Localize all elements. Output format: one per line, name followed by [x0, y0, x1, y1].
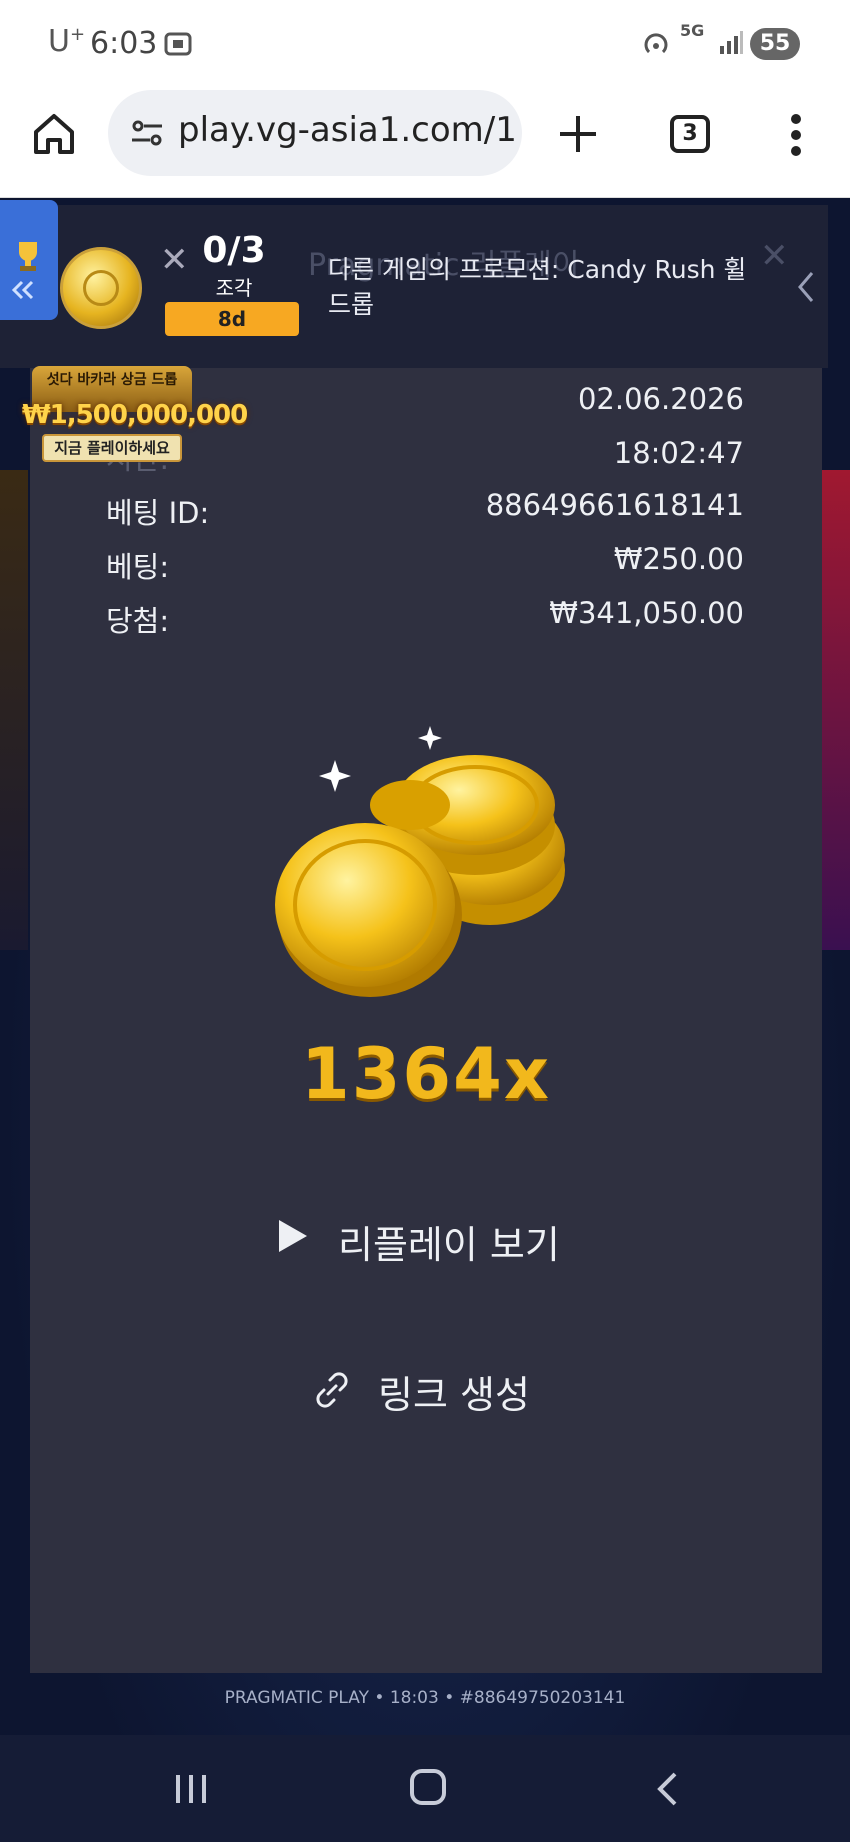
- back-icon[interactable]: [656, 1771, 678, 1807]
- fragment-label: 조각: [215, 276, 253, 300]
- new-tab-plus-icon[interactable]: [558, 114, 598, 154]
- create-link-label: 링크 생성: [378, 1373, 530, 1417]
- jackpot-promo-badge[interactable]: 섯다 바카라 상금 드롭 ₩1,500,000,000 지금 플레이하세요: [22, 366, 248, 466]
- bet-replay-panel: 02.06.2026 시간: 18:02:47 베팅 ID: 886496616…: [30, 368, 822, 1673]
- fragment-coin-icon: [60, 247, 142, 329]
- url-text[interactable]: play.vg-asia1.com/10: [178, 110, 518, 150]
- win-label: 당첨:: [106, 604, 170, 638]
- hotspot-icon: [644, 33, 668, 54]
- watch-replay-label: 리플레이 보기: [338, 1223, 560, 1267]
- carrier-label: U+: [48, 24, 86, 59]
- double-chevron-left-icon: [11, 280, 34, 300]
- jackpot-amount: ₩1,500,000,000: [22, 400, 248, 430]
- android-nav-bar: [0, 1735, 850, 1842]
- chevron-left-icon[interactable]: [796, 270, 816, 304]
- tab-switcher-button[interactable]: 3: [670, 115, 710, 153]
- create-link-button[interactable]: 링크 생성: [312, 1358, 552, 1417]
- bet-id-value: 88649661618141: [485, 488, 744, 522]
- fragment-count: 0/3: [202, 230, 266, 271]
- jackpot-play-now[interactable]: 지금 플레이하세요: [42, 434, 182, 462]
- watch-replay-button[interactable]: 리플레이 보기: [276, 1208, 576, 1267]
- bet-date: 02.06.2026: [577, 382, 744, 416]
- promo-description: 다른 게임의 프로모션: Candy Rush 휠 드롭: [328, 255, 747, 319]
- browser-toolbar: play.vg-asia1.com/10 3: [0, 88, 850, 198]
- game-reel-edge-left: [0, 470, 28, 950]
- close-icon[interactable]: ✕: [160, 240, 189, 280]
- screenshot-icon: [164, 32, 192, 56]
- days-remaining-badge: 8d: [165, 302, 299, 336]
- tournament-tab[interactable]: [0, 200, 58, 320]
- home-icon[interactable]: [30, 110, 78, 158]
- win-multiplier: 1364x: [301, 1033, 551, 1115]
- time-value: 18:02:47: [613, 436, 744, 470]
- link-icon: [316, 1372, 348, 1408]
- close-icon-secondary[interactable]: ✕: [760, 236, 789, 276]
- bet-amount-label: 베팅:: [106, 550, 170, 584]
- address-bar[interactable]: play.vg-asia1.com/10: [108, 90, 522, 176]
- status-bar: U+ 6:03 5G 55: [0, 0, 850, 88]
- battery-icon: 55: [750, 28, 800, 60]
- home-nav-icon[interactable]: [410, 1769, 446, 1805]
- site-settings-icon[interactable]: [130, 118, 164, 148]
- status-time: 6:03: [90, 26, 158, 61]
- more-menu-icon[interactable]: [790, 114, 802, 156]
- win-value: ₩341,050.00: [549, 596, 744, 630]
- bet-id-label: 베팅 ID:: [106, 496, 210, 530]
- bet-amount-value: ₩250.00: [613, 542, 744, 576]
- game-reel-edge-right: [822, 470, 850, 950]
- signal-icon: [720, 31, 743, 54]
- trophy-icon: [19, 242, 37, 271]
- network-type-icon: 5G: [680, 21, 705, 40]
- play-icon: [279, 1220, 307, 1252]
- gold-coins-icon: [275, 726, 565, 997]
- game-footer-info: PRAGMATIC PLAY • 18:03 • #88649750203141: [224, 1688, 626, 1708]
- recent-apps-icon[interactable]: [174, 1773, 208, 1805]
- phone-screen: U+ 6:03 5G 55 play.vg-asia1.com/10 3 ✕ 0…: [0, 0, 850, 1842]
